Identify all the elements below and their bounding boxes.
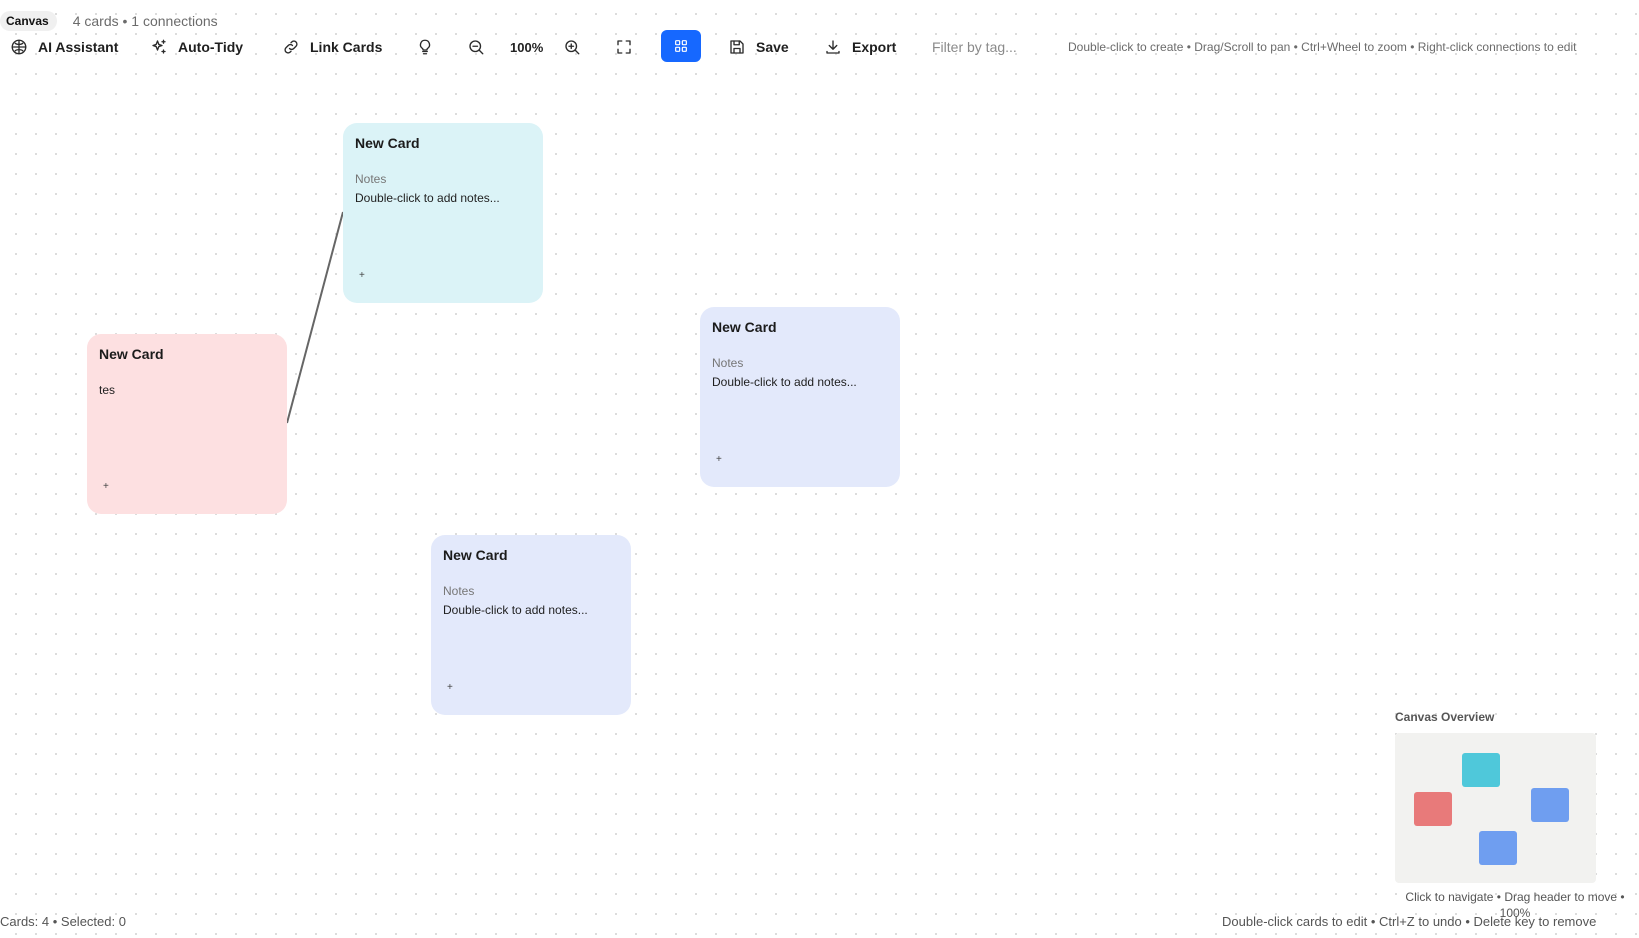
status-counts: Cards: 4 • Selected: 0 — [0, 914, 126, 929]
zoom-level: 100% — [510, 39, 544, 55]
export-button[interactable]: Export — [824, 30, 896, 64]
card-notes-label: Notes — [712, 356, 744, 370]
card-body: tes — [99, 383, 116, 397]
minimap-card[interactable] — [1414, 792, 1452, 826]
export-label: Export — [852, 39, 897, 55]
ai-assistant-button[interactable]: AI Assistant — [10, 30, 118, 64]
card-add-tag-button[interactable]: + — [359, 270, 365, 281]
save-button[interactable]: Save — [728, 30, 789, 64]
sparkles-icon — [152, 39, 166, 54]
card-notes: Double-click to add notes... — [712, 375, 857, 389]
zoom-out-icon — [469, 40, 484, 55]
tag-filter-input[interactable] — [932, 34, 1052, 60]
card-title: New Card — [443, 547, 508, 563]
card-notes: Double-click to add notes... — [355, 191, 500, 205]
connection-line — [286, 211, 344, 424]
link-cards-label: Link Cards — [310, 39, 383, 55]
card-title: New Card — [712, 319, 777, 335]
card-title: New Card — [99, 346, 164, 362]
card[interactable]: New Card Notes Double-click to add notes… — [431, 535, 631, 715]
zoom-out-button[interactable] — [467, 30, 485, 64]
canvas-header: Canvas 4 cards • 1 connections — [0, 10, 218, 32]
card-title: New Card — [355, 135, 420, 151]
card-add-tag-button[interactable]: + — [103, 481, 109, 492]
save-label: Save — [756, 39, 789, 55]
card[interactable]: New Card Notes Double-click to add notes… — [700, 307, 900, 487]
card-add-tag-button[interactable]: + — [716, 454, 722, 465]
card[interactable]: New Card Notes Double-click to add notes… — [343, 123, 543, 303]
auto-tidy-label: Auto-Tidy — [178, 39, 244, 55]
minimap-card[interactable] — [1479, 831, 1517, 865]
fit-screen-button[interactable] — [615, 30, 633, 64]
fullscreen-icon — [617, 40, 631, 54]
card-add-tag-button[interactable]: + — [447, 682, 453, 693]
grid-view-button[interactable] — [661, 30, 701, 62]
link-icon — [284, 40, 298, 54]
minimap-card[interactable] — [1462, 753, 1500, 787]
lightbulb-button[interactable] — [416, 30, 434, 64]
auto-tidy-button[interactable]: Auto-Tidy — [150, 30, 243, 64]
lightbulb-icon — [419, 39, 431, 55]
zoom-in-icon — [565, 40, 580, 55]
status-hint: Double-click cards to edit • Ctrl+Z to u… — [1222, 914, 1597, 929]
download-icon — [826, 40, 840, 54]
ai-brain-icon — [11, 39, 27, 55]
minimap-card[interactable] — [1531, 788, 1569, 822]
toolbar: AI Assistant Auto-Tidy Link Cards 100% S… — [0, 30, 1639, 64]
overview-title[interactable]: Canvas Overview — [1395, 710, 1494, 724]
canvas-tab[interactable]: Canvas — [0, 11, 57, 31]
card[interactable]: New Card tes + — [87, 334, 287, 514]
zoom-in-button[interactable] — [563, 30, 581, 64]
canvas-overview-minimap[interactable] — [1395, 733, 1596, 883]
toolbar-hint: Double-click to create • Drag/Scroll to … — [1068, 40, 1577, 54]
link-cards-button[interactable]: Link Cards — [282, 30, 382, 64]
canvas-counts: 4 cards • 1 connections — [72, 13, 218, 29]
ai-assistant-label: AI Assistant — [38, 39, 119, 55]
card-notes-label: Notes — [443, 584, 475, 598]
card-notes: Double-click to add notes... — [443, 603, 588, 617]
grid-icon — [675, 40, 687, 52]
save-icon — [730, 40, 744, 54]
card-notes-label: Notes — [355, 172, 387, 186]
